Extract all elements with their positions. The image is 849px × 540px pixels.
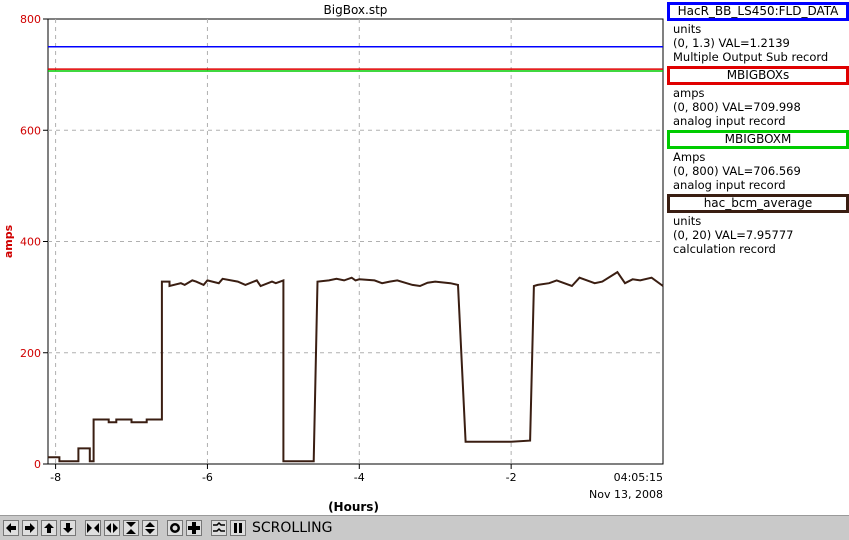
y-tick-label: 600 xyxy=(20,124,41,137)
x-tick-label: -6 xyxy=(202,471,213,484)
x-tick-label: -8 xyxy=(50,471,61,484)
legend-record-type: analog input record xyxy=(673,178,786,192)
arrow-right-icon[interactable] xyxy=(22,520,38,536)
legend-entry-2[interactable]: MBIGBOXM Amps (0, 800) VAL=706.569 analo… xyxy=(667,130,849,192)
legend: HacR_BB_LS450:FLD_DATA units (0, 1.3) VA… xyxy=(667,0,849,256)
time-label: 04:05:15 xyxy=(614,471,663,484)
legend-units: units xyxy=(673,214,702,228)
y-tick-label: 200 xyxy=(20,347,41,360)
expand-horizontal-icon[interactable] xyxy=(104,520,120,536)
legend-units: units xyxy=(673,22,702,36)
scrolling-status: SCROLLING xyxy=(252,520,333,536)
toolbar: SCROLLING xyxy=(0,515,849,540)
legend-name-box[interactable]: hac_bcm_average xyxy=(667,194,849,213)
arrow-up-icon[interactable] xyxy=(41,520,57,536)
y-tick-label: 0 xyxy=(34,458,41,471)
y-tick-label: 800 xyxy=(20,13,41,26)
pause-icon[interactable] xyxy=(230,520,246,536)
y-tick-label: 400 xyxy=(20,236,41,249)
date-label: Nov 13, 2008 xyxy=(589,488,663,501)
legend-value: (0, 800) VAL=709.998 xyxy=(673,100,801,114)
legend-record-type: calculation record xyxy=(673,242,776,256)
legend-name: hac_bcm_average xyxy=(703,196,813,210)
shrink-horizontal-icon[interactable] xyxy=(85,520,101,536)
arrow-down-icon[interactable] xyxy=(60,520,76,536)
x-tick-label: -2 xyxy=(506,471,517,484)
x-tick-label: -4 xyxy=(354,471,365,484)
legend-units: Amps xyxy=(673,150,706,164)
legend-name-box[interactable]: MBIGBOXM xyxy=(667,130,849,149)
legend-entry-0[interactable]: HacR_BB_LS450:FLD_DATA units (0, 1.3) VA… xyxy=(667,2,849,64)
waveform-icon[interactable] xyxy=(211,520,227,536)
expand-vertical-icon[interactable] xyxy=(142,520,158,536)
x-axis-label: (Hours) xyxy=(328,500,379,514)
legend-name: MBIGBOXM xyxy=(724,132,792,146)
legend-name: MBIGBOXs xyxy=(726,68,790,82)
legend-name-box[interactable]: HacR_BB_LS450:FLD_DATA xyxy=(667,2,849,21)
legend-entry-1[interactable]: MBIGBOXs amps (0, 800) VAL=709.998 analo… xyxy=(667,66,849,128)
legend-value: (0, 20) VAL=7.95777 xyxy=(673,228,794,242)
legend-name-box[interactable]: MBIGBOXs xyxy=(667,66,849,85)
plus-icon[interactable] xyxy=(186,520,202,536)
legend-name: HacR_BB_LS450:FLD_DATA xyxy=(677,4,839,18)
legend-entry-3[interactable]: hac_bcm_average units (0, 20) VAL=7.9577… xyxy=(667,194,849,256)
legend-value: (0, 800) VAL=706.569 xyxy=(673,164,801,178)
record-icon[interactable] xyxy=(167,520,183,536)
legend-record-type: Multiple Output Sub record xyxy=(673,50,829,64)
shrink-vertical-icon[interactable] xyxy=(123,520,139,536)
chart-title: BigBox.stp xyxy=(324,3,388,17)
y-axis-label: amps xyxy=(2,224,15,258)
arrow-left-icon[interactable] xyxy=(3,520,19,536)
legend-record-type: analog input record xyxy=(673,114,786,128)
legend-units: amps xyxy=(673,86,705,100)
legend-value: (0, 1.3) VAL=1.2139 xyxy=(673,36,790,50)
